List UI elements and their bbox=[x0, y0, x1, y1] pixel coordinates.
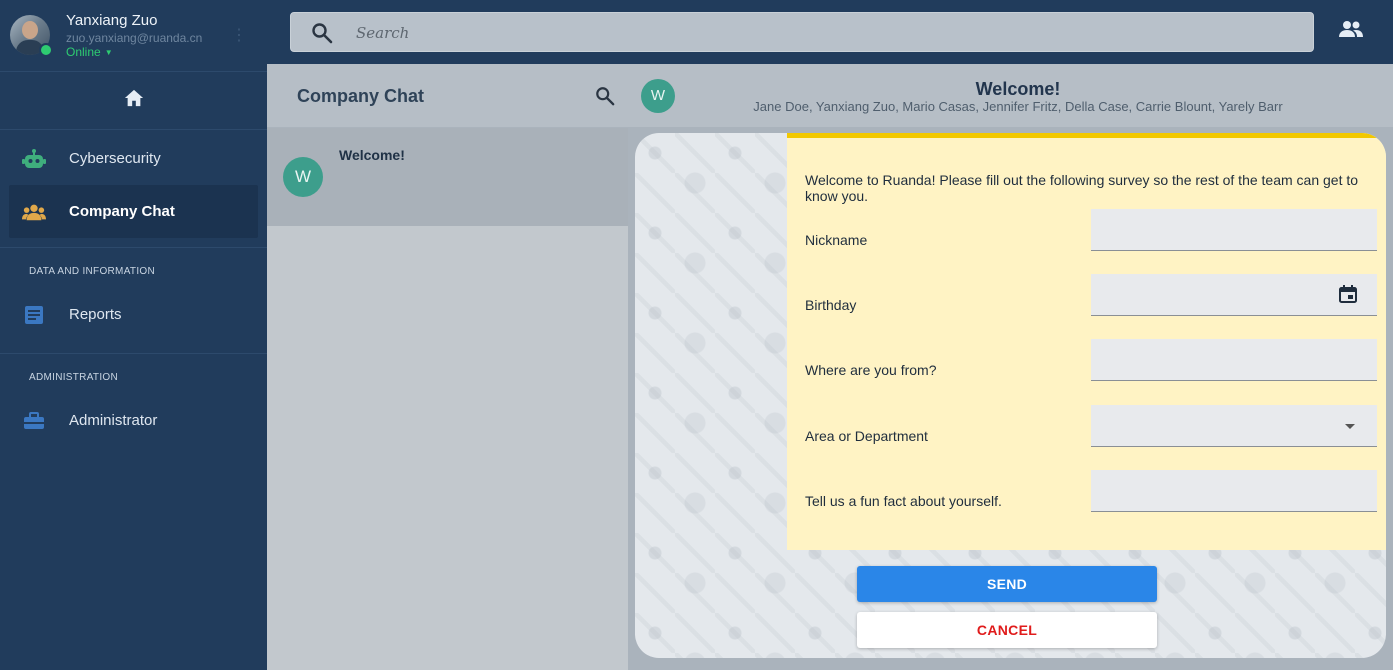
document-icon bbox=[22, 303, 46, 327]
chat-list-title: Company Chat bbox=[297, 86, 425, 106]
search-icon bbox=[311, 22, 333, 49]
field-birthday: Birthday bbox=[787, 274, 1386, 316]
robot-icon bbox=[22, 147, 46, 171]
section-label-data: DATA AND INFORMATION bbox=[29, 266, 156, 277]
department-select[interactable] bbox=[1091, 405, 1377, 447]
calendar-icon[interactable] bbox=[1338, 284, 1358, 307]
chat-list-panel: Company Chat W Welcome! bbox=[267, 64, 628, 670]
home-button[interactable] bbox=[0, 72, 267, 130]
people-icon bbox=[1339, 21, 1363, 42]
field-label: Where are you from? bbox=[805, 362, 937, 378]
field-label: Area or Department bbox=[805, 428, 928, 444]
contacts-button[interactable] bbox=[1339, 20, 1363, 43]
sidebar-item-label: Cybersecurity bbox=[69, 150, 161, 167]
top-bar bbox=[267, 0, 1393, 64]
sidebar-item-reports[interactable]: Reports bbox=[0, 288, 267, 341]
field-label: Nickname bbox=[805, 232, 868, 248]
conversation-title: Welcome! bbox=[975, 79, 1061, 99]
cancel-button[interactable]: CANCEL bbox=[857, 612, 1157, 648]
sidebar-item-label: Administrator bbox=[69, 412, 158, 429]
chat-list-header: Company Chat bbox=[267, 64, 628, 128]
send-button[interactable]: SEND bbox=[857, 566, 1157, 602]
status-label: Online bbox=[66, 45, 101, 59]
toolbox-icon bbox=[22, 409, 46, 433]
field-fun-fact: Tell us a fun fact about yourself. bbox=[787, 470, 1386, 512]
caret-down-icon: ▼ bbox=[104, 48, 113, 58]
field-nickname: Nickname bbox=[787, 209, 1386, 251]
user-profile: Yanxiang Zuo zuo.yanxiang@ruanda.cn Onli… bbox=[0, 0, 267, 72]
survey-form: Welcome to Ruanda! Please fill out the f… bbox=[787, 133, 1386, 550]
section-label-administration: ADMINISTRATION bbox=[29, 372, 119, 383]
sidebar-item-company-chat[interactable]: Company Chat bbox=[9, 185, 258, 238]
dropdown-arrow-icon bbox=[1345, 424, 1355, 429]
field-department: Area or Department bbox=[787, 405, 1386, 447]
origin-input[interactable] bbox=[1091, 339, 1377, 381]
search-input[interactable] bbox=[354, 21, 1254, 45]
status-dropdown[interactable]: Online ▼ bbox=[66, 45, 113, 59]
sidebar-item-administrator[interactable]: Administrator bbox=[0, 394, 267, 447]
sidebar: Yanxiang Zuo zuo.yanxiang@ruanda.cn Onli… bbox=[0, 0, 267, 670]
sidebar-item-cybersecurity[interactable]: Cybersecurity bbox=[0, 132, 267, 185]
conversation-header: W Welcome! Jane Doe, Yanxiang Zuo, Mario… bbox=[628, 64, 1393, 128]
chat-list-item[interactable]: W Welcome! bbox=[267, 128, 628, 226]
birthday-input[interactable] bbox=[1091, 274, 1377, 316]
field-label: Tell us a fun fact about yourself. bbox=[805, 493, 1002, 509]
survey-intro: Welcome to Ruanda! Please fill out the f… bbox=[805, 172, 1359, 204]
sidebar-item-label: Company Chat bbox=[69, 203, 175, 220]
nickname-input[interactable] bbox=[1091, 209, 1377, 251]
field-origin: Where are you from? bbox=[787, 339, 1386, 381]
online-status-dot bbox=[39, 43, 53, 57]
field-label: Birthday bbox=[805, 297, 857, 313]
chat-name: Welcome! bbox=[339, 147, 405, 163]
user-email: zuo.yanxiang@ruanda.cn bbox=[66, 31, 203, 45]
conversation-panel: W Welcome! Jane Doe, Yanxiang Zuo, Mario… bbox=[628, 64, 1393, 670]
kebab-menu-icon[interactable]: ⋮ bbox=[231, 26, 247, 46]
message-card: Welcome to Ruanda! Please fill out the f… bbox=[635, 133, 1386, 658]
people-icon bbox=[22, 200, 46, 224]
sidebar-item-label: Reports bbox=[69, 306, 122, 323]
user-name: Yanxiang Zuo bbox=[66, 12, 158, 29]
fun-fact-input[interactable] bbox=[1091, 470, 1377, 512]
chat-avatar: W bbox=[283, 157, 323, 197]
home-icon bbox=[123, 88, 145, 113]
search-icon[interactable] bbox=[595, 86, 615, 111]
conversation-members: Jane Doe, Yanxiang Zuo, Mario Casas, Jen… bbox=[753, 99, 1283, 114]
search-bar[interactable] bbox=[290, 12, 1314, 52]
